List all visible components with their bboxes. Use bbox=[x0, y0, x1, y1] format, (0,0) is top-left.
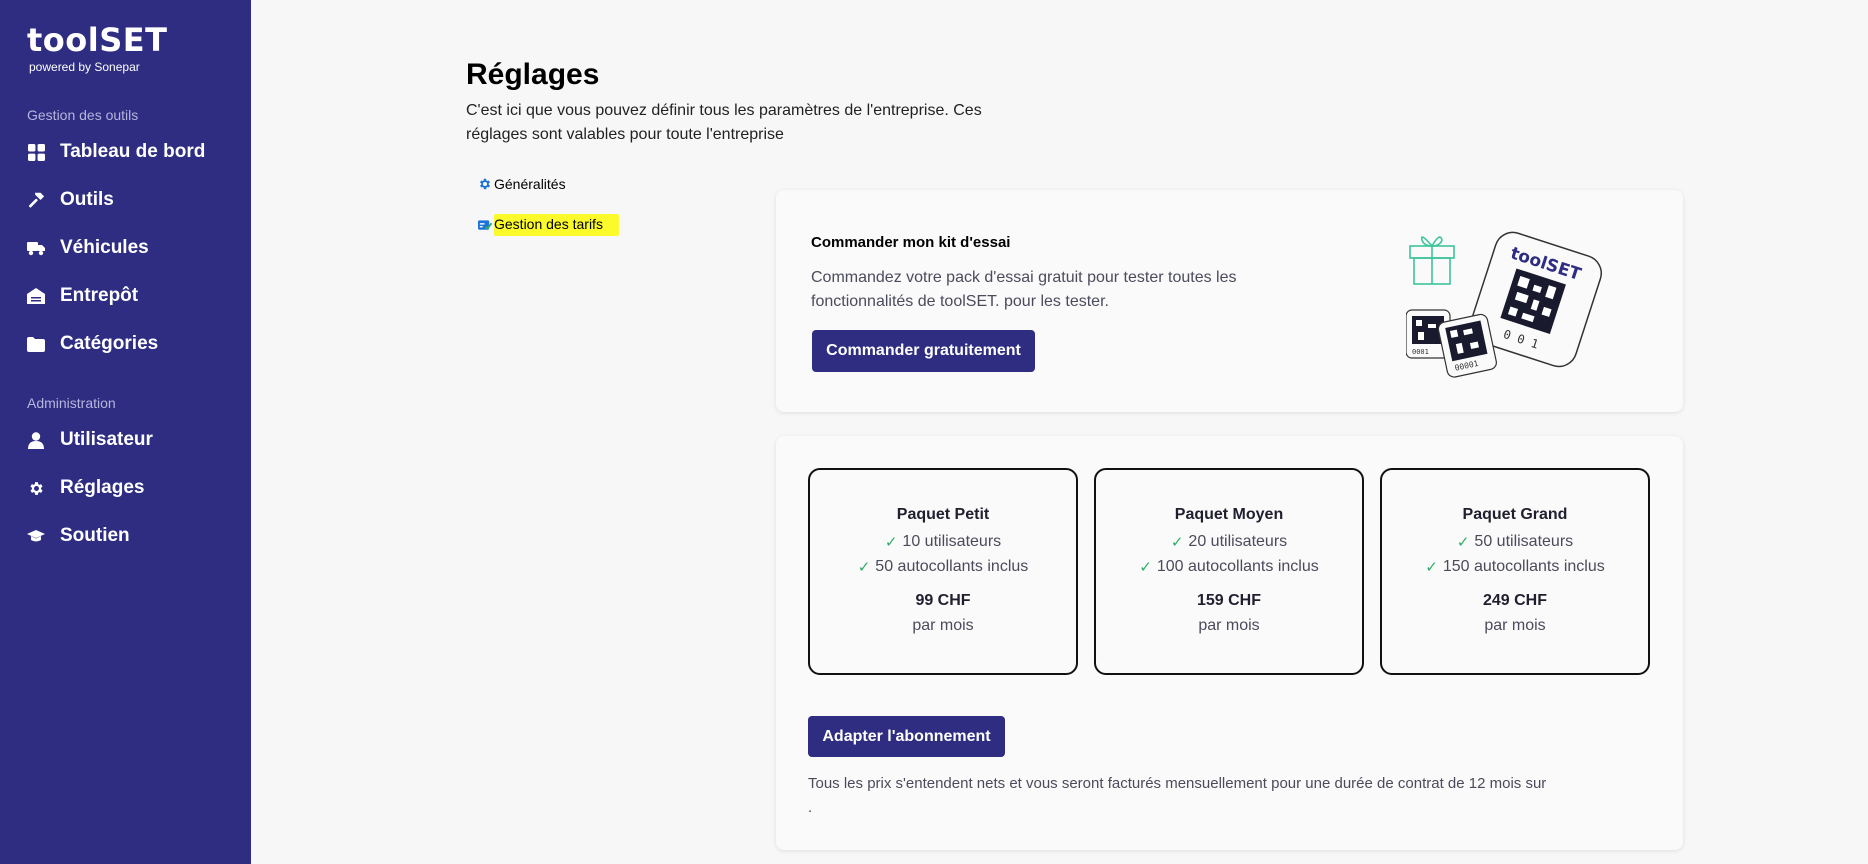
sidebar-item-label: Soutien bbox=[60, 525, 130, 546]
order-free-button[interactable]: Commander gratuitement bbox=[812, 330, 1035, 372]
package-large[interactable]: Paquet Grand ✓ 50 utilisateurs ✓ 150 autoc… bbox=[1380, 468, 1650, 675]
sidebar-item-label: Outils bbox=[60, 189, 114, 210]
sidebar-item-label: Utilisateur bbox=[60, 429, 153, 450]
package-period: par mois bbox=[912, 617, 974, 634]
package-name: Paquet Moyen bbox=[1174, 506, 1284, 523]
packages-card: Paquet Petit ✓ 10 utilisateurs ✓ 50 autoco… bbox=[776, 436, 1683, 850]
sidebar-item-categories[interactable]: Catégories bbox=[27, 328, 158, 360]
check-icon: ✓ bbox=[1425, 559, 1438, 576]
package-feature: ✓ 20 utilisateurs bbox=[1170, 533, 1288, 551]
package-medium[interactable]: Paquet Moyen ✓ 20 utilisateurs ✓ 100 autoc… bbox=[1094, 468, 1364, 675]
gear-icon bbox=[478, 177, 492, 191]
truck-icon bbox=[27, 239, 45, 257]
gear-icon bbox=[27, 479, 45, 497]
sidebar-item-support[interactable]: Soutien bbox=[27, 520, 130, 552]
logo-wordmark: toolSET bbox=[27, 21, 168, 59]
sidebar-item-label: Entrepôt bbox=[60, 285, 139, 306]
sidebar-item-label: Véhicules bbox=[60, 237, 149, 258]
tab-pricing[interactable]: Gestion des tarifs bbox=[478, 214, 619, 236]
sidebar-item-dashboard[interactable]: Tableau de bord bbox=[27, 136, 205, 168]
package-name: Paquet Petit bbox=[896, 506, 990, 523]
sidebar-item-label: Réglages bbox=[60, 477, 145, 498]
sidebar-item-user[interactable]: Utilisateur bbox=[27, 424, 153, 456]
tab-pricing-label: Gestion des tarifs bbox=[494, 214, 619, 236]
package-feature: ✓ 50 autocollants inclus bbox=[857, 558, 1029, 576]
check-icon: ✓ bbox=[857, 559, 871, 576]
logo-tagline: powered by Sonepar bbox=[29, 60, 140, 74]
package-small[interactable]: Paquet Petit ✓ 10 utilisateurs ✓ 50 autoco… bbox=[808, 468, 1078, 675]
check-icon: ✓ bbox=[884, 534, 898, 551]
check-icon: ✓ bbox=[1456, 534, 1470, 551]
pricing-card-icon bbox=[478, 218, 492, 232]
check-icon: ✓ bbox=[1170, 534, 1184, 551]
sidebar-item-vehicles[interactable]: Véhicules bbox=[27, 232, 149, 264]
user-icon bbox=[27, 431, 45, 449]
package-price: 249 CHF bbox=[1482, 592, 1548, 609]
sidebar-item-label: Catégories bbox=[60, 333, 159, 354]
folder-icon bbox=[27, 335, 45, 353]
sidebar: toolSET powered by Sonepar Gestion des o… bbox=[0, 0, 251, 864]
adapt-subscription-button[interactable]: Adapter l'abonnement bbox=[808, 716, 1005, 757]
trial-kit-illustration: toolSET 0 0 1 0001 00001 bbox=[1405, 224, 1606, 384]
check-icon: ✓ bbox=[1139, 559, 1152, 576]
sticker-number-left: 0001 bbox=[1412, 348, 1429, 356]
section-label-tools: Gestion des outils bbox=[27, 107, 139, 123]
sidebar-item-tools[interactable]: Outils bbox=[27, 184, 114, 216]
warehouse-icon bbox=[27, 287, 45, 305]
page-title: Réglages bbox=[466, 58, 600, 91]
package-name: Paquet Grand bbox=[1462, 506, 1568, 523]
sidebar-item-label: Tableau de bord bbox=[60, 141, 206, 162]
package-period: par mois bbox=[1198, 617, 1260, 634]
package-feature: ✓ 150 autocollants inclus bbox=[1425, 558, 1605, 576]
package-price: 99 CHF bbox=[915, 592, 971, 609]
sidebar-item-warehouse[interactable]: Entrepôt bbox=[27, 280, 138, 312]
gift-icon bbox=[1409, 236, 1455, 285]
package-price: 159 CHF bbox=[1196, 592, 1262, 609]
dashboard-grid-icon bbox=[27, 143, 45, 161]
package-feature: ✓ 10 utilisateurs bbox=[884, 533, 1002, 551]
trial-kit-title: Commander mon kit d'essai bbox=[811, 234, 1011, 251]
pricing-note: Tous les prix s'entendent nets et vous s… bbox=[808, 775, 1547, 816]
hammer-icon bbox=[27, 191, 45, 209]
tab-general-label: Généralités bbox=[494, 176, 566, 192]
section-label-admin: Administration bbox=[27, 395, 116, 411]
page-description: C'est ici que vous pouvez définir tous l… bbox=[466, 102, 982, 143]
package-period: par mois bbox=[1484, 617, 1546, 634]
graduation-cap-icon bbox=[27, 527, 45, 545]
trial-kit-text: Commandez votre pack d'essai gratuit pou… bbox=[811, 269, 1237, 310]
tab-general[interactable]: Généralités bbox=[478, 176, 566, 192]
logo[interactable]: toolSET powered by Sonepar bbox=[27, 22, 167, 74]
sidebar-item-settings[interactable]: Réglages bbox=[27, 472, 144, 504]
trial-kit-card: Commander mon kit d'essai Commandez votr… bbox=[776, 190, 1683, 412]
package-feature: ✓ 100 autocollants inclus bbox=[1139, 558, 1319, 576]
package-feature: ✓ 50 utilisateurs bbox=[1456, 533, 1574, 551]
